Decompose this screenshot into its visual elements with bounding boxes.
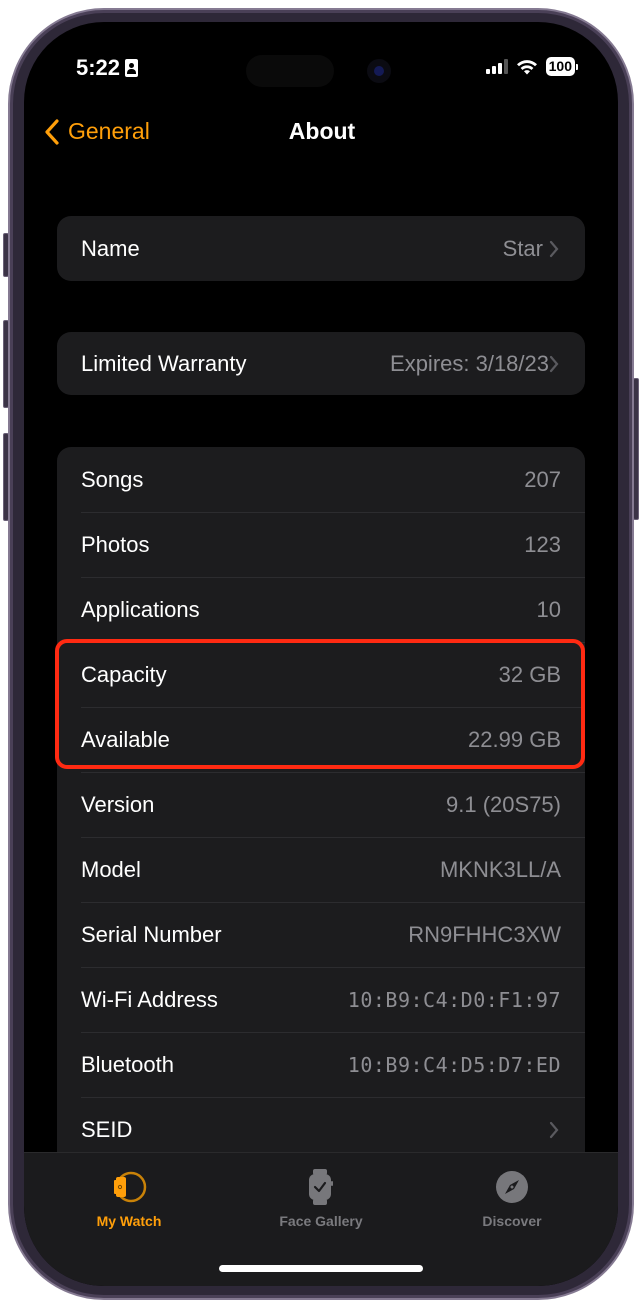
row-label: Capacity [81,661,167,687]
row-value: 207 [524,466,561,492]
row-value: MKNK3LL/A [439,856,561,882]
row-label: Photos [81,531,150,557]
row-label: Applications [81,596,200,622]
device-info-group: Songs 207 Photos 123 Applications 10 Cap… [57,447,585,1162]
status-icons: 100 [485,57,578,76]
info-row-model: Model MKNK3LL/A [57,837,585,902]
info-row-songs: Songs 207 [57,447,585,512]
status-bar: 5:22 100 [24,22,618,102]
tab-label: Face Gallery [279,1213,363,1229]
row-label: Songs [81,466,144,492]
row-label: Model [81,856,141,882]
row-value: 32 GB [498,661,561,687]
cellular-signal-icon [485,59,508,74]
warranty-value: Expires: 3/18/23 [390,350,549,376]
tab-bar: My Watch Face Gallery Discover [24,1152,618,1286]
dynamic-island [246,55,334,87]
chevron-right-icon [549,240,561,258]
warranty-row[interactable]: Limited Warranty Expires: 3/18/23 [57,332,585,395]
row-value: 9.1 (20S75) [446,791,561,817]
name-value: Star [502,235,543,261]
phone-screen: 5:22 100 General About Name Star Limited… [24,22,618,1286]
contact-card-icon [125,59,139,77]
info-row-serial-number: Serial Number RN9FHHC3XW [57,902,585,967]
info-row-applications: Applications 10 [57,577,585,642]
row-label: SEID [81,1116,133,1142]
row-label: Bluetooth [81,1051,174,1077]
navigation-bar: General About [24,112,618,152]
warranty-group: Limited Warranty Expires: 3/18/23 [57,332,585,395]
tab-label: Discover [482,1213,542,1229]
battery-level: 100 [545,57,575,76]
info-row-wifi-address: Wi-Fi Address 10:B9:C4:D0:F1:97 [57,967,585,1032]
info-row-bluetooth: Bluetooth 10:B9:C4:D5:D7:ED [57,1032,585,1097]
row-value: 22.99 GB [468,726,561,752]
info-row-photos: Photos 123 [57,512,585,577]
row-label: Available [81,726,170,752]
warranty-label: Limited Warranty [81,350,247,376]
chevron-right-icon [549,355,561,373]
row-label: Version [81,791,155,817]
name-label: Name [81,235,140,261]
tab-label: My Watch [96,1213,162,1229]
face-gallery-icon [309,1169,333,1205]
row-value: RN9FHHC3XW [408,921,561,947]
wifi-icon [516,59,537,74]
name-group: Name Star [57,216,585,281]
name-row[interactable]: Name Star [57,216,585,281]
row-label: Wi-Fi Address [81,986,218,1012]
tab-face-gallery[interactable]: Face Gallery [251,1167,391,1229]
time-text: 5:22 [76,55,121,80]
home-indicator[interactable] [219,1265,423,1272]
row-value: 10:B9:C4:D0:F1:97 [347,987,561,1012]
front-camera [367,59,391,83]
row-label: Serial Number [81,921,222,947]
tab-my-watch[interactable]: My Watch [59,1167,199,1229]
row-value: 10 [536,596,561,622]
info-row-capacity: Capacity 32 GB [57,642,585,707]
row-value: 123 [524,531,561,557]
info-row-available: Available 22.99 GB [57,707,585,772]
page-title: About [288,118,356,144]
status-time: 5:22 [76,55,139,81]
battery-icon: 100 [545,57,578,76]
chevron-right-icon [549,1121,561,1139]
row-value: 10:B9:C4:D5:D7:ED [347,1052,561,1077]
my-watch-icon [114,1171,147,1203]
info-row-version: Version 9.1 (20S75) [57,772,585,837]
tab-discover[interactable]: Discover [442,1167,582,1229]
compass-icon [496,1171,528,1203]
